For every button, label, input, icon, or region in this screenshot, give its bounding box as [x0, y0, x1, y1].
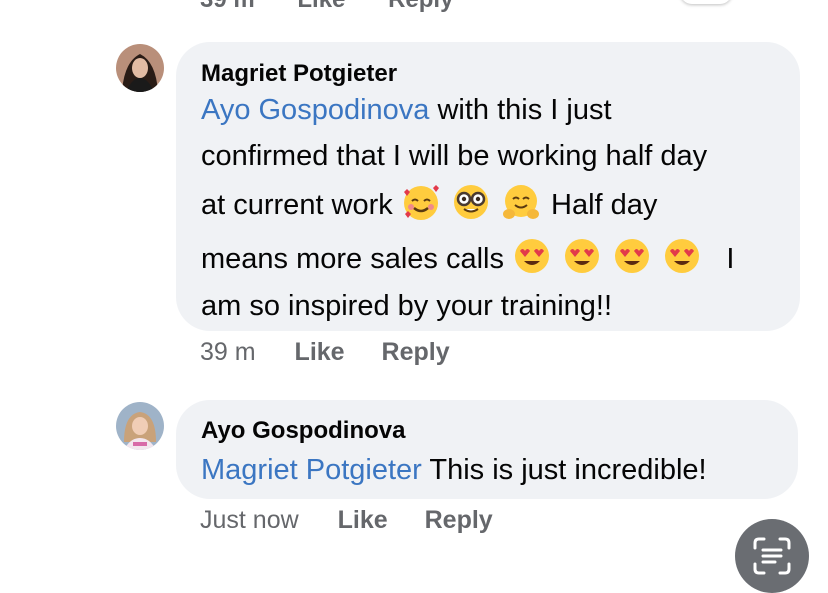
like-button[interactable]: Like [338, 506, 388, 534]
scan-text-icon [753, 537, 791, 575]
previous-comment-like-button[interactable]: Like [297, 0, 345, 13]
like-button[interactable]: Like [295, 338, 345, 366]
nerd-face-icon [453, 185, 488, 219]
previous-comment-reply-button[interactable]: Reply [388, 0, 453, 13]
comment-author[interactable]: Ayo Gospodinova [201, 417, 405, 445]
comment-meta: Just now Like Reply [200, 506, 493, 535]
comment-time: Just now [200, 506, 299, 534]
comment-bubble: Magriet Potgieter Ayo Gospodinova with t… [176, 42, 800, 331]
heart-eyes-icon [515, 239, 550, 273]
previous-comment-reaction-badge[interactable] [680, 0, 732, 4]
mention-link[interactable]: Magriet Potgieter [201, 454, 422, 486]
avatar[interactable] [116, 44, 164, 92]
comment-text: Magriet Potgieter This is just incredibl… [201, 454, 707, 486]
smiling-face-with-hearts-icon [403, 185, 439, 220]
reply-button[interactable]: Reply [382, 338, 450, 366]
heart-eyes-icon [665, 239, 700, 273]
previous-comment-meta: 39 m Like Reply [200, 0, 489, 14]
comment-time: 39 m [200, 338, 256, 366]
comment-text: Ayo Gospodinova with this I just confirm… [201, 94, 735, 322]
previous-comment-time: 39 m [200, 0, 255, 13]
comment-author[interactable]: Magriet Potgieter [201, 60, 397, 88]
reply-button[interactable]: Reply [425, 506, 493, 534]
comment-meta: 39 m Like Reply [200, 338, 450, 367]
hugging-face-icon [502, 185, 539, 219]
mention-link[interactable]: Ayo Gospodinova [201, 94, 429, 126]
live-text-button[interactable] [735, 519, 809, 593]
avatar[interactable] [116, 402, 164, 450]
heart-eyes-icon [565, 239, 600, 273]
heart-eyes-icon [615, 239, 650, 273]
comment-bubble: Ayo Gospodinova Magriet Potgieter This i… [176, 400, 798, 499]
